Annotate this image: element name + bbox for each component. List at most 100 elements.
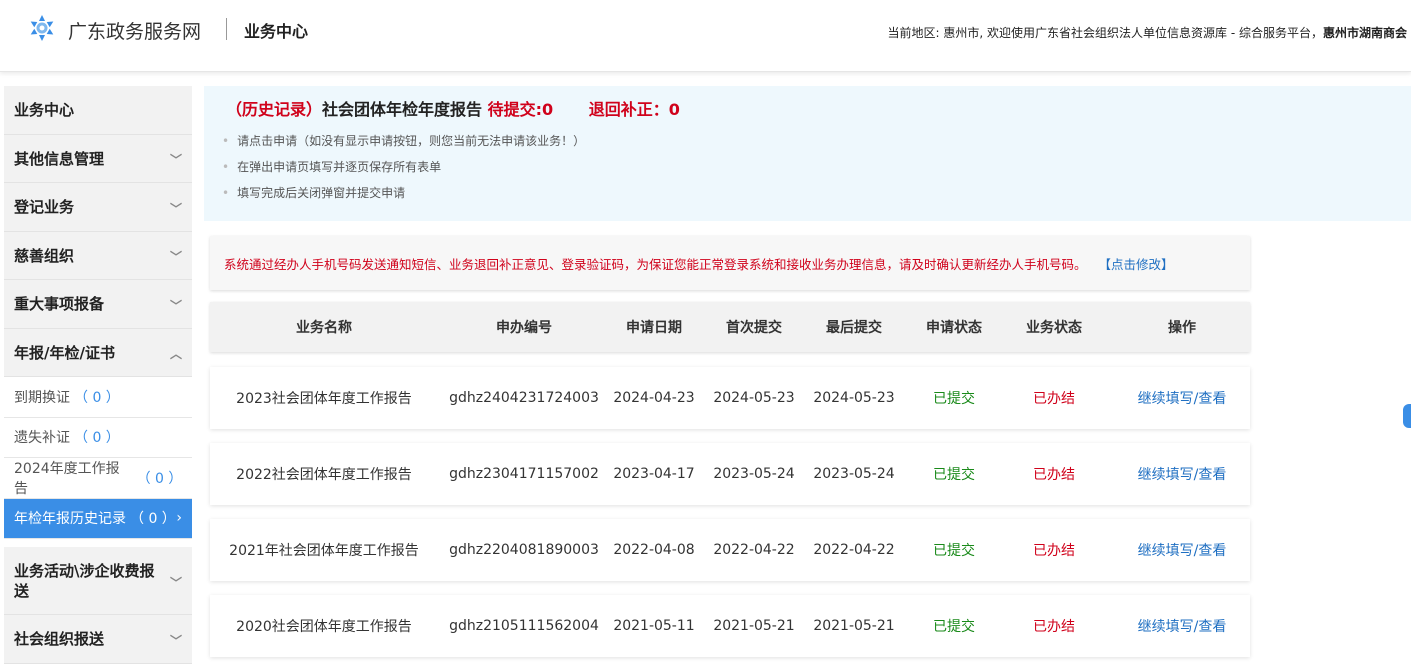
snowflake-logo-icon [30, 15, 54, 41]
sidebar-item-label: 社会组织报送 [14, 630, 105, 649]
continue-view-link[interactable]: 继续填写/查看 [1124, 367, 1240, 429]
subitem-label: 遗失补证 [14, 430, 70, 447]
pending-count: 待提交:0 [487, 100, 554, 119]
last-submit-date: 2024-05-23 [813, 390, 895, 406]
table-row: 2023社会团体年度工作报告 gdhz2404231724003 2024-04… [210, 367, 1250, 429]
chevron-down-icon: ﹀ [170, 201, 183, 216]
page-title: 业务中心 [244, 22, 309, 41]
first-submit-date: 2024-05-23 [713, 390, 795, 406]
chevron-down-icon: ﹀ [170, 575, 183, 590]
business-name: 2022社会团体年度工作报告 [236, 467, 412, 483]
floating-side-tab[interactable] [1403, 404, 1411, 428]
application-number: gdhz2204081890003 [449, 542, 599, 558]
col-header: 业务名称 [296, 320, 352, 336]
application-number: gdhz2304171157002 [449, 466, 599, 482]
table-row: 2022社会团体年度工作报告 gdhz2304171157002 2023-04… [210, 443, 1250, 505]
apply-status: 已提交 [933, 391, 975, 407]
table-row: 2021年社会团体年度工作报告 gdhz2204081890003 2022-0… [210, 519, 1250, 581]
sidebar-item-other-info[interactable]: 其他信息管理 ﹀ [4, 134, 192, 183]
sidebar-item-annual-report[interactable]: 年报/年检/证书 ︿ [4, 328, 192, 377]
region-info: 当前地区: 惠州市, 欢迎使用广东省社会组织法人单位信息资源库 - 综合服务平台… [888, 24, 1407, 41]
info-title: （历史记录）社会团体年检年度报告 待提交:0 退回补正：0 [226, 96, 680, 120]
history-label: （历史记录） [226, 100, 323, 119]
sidebar-item-label: 年报/年检/证书 [14, 343, 115, 362]
report-title: 社会团体年检年度报告 [322, 100, 483, 119]
first-submit-date: 2022-04-22 [713, 542, 795, 558]
continue-view-link[interactable]: 继续填写/查看 [1124, 443, 1240, 505]
subitem-count: （ 0 ） [74, 430, 120, 447]
chevron-down-icon: ﹀ [170, 633, 183, 648]
col-header: 业务状态 [1026, 320, 1082, 336]
col-header: 申请状态 [926, 320, 982, 336]
col-header: 操作 [1168, 320, 1196, 336]
top-header: 广东政务服务网 业务中心 当前地区: 惠州市, 欢迎使用广东省社会组织法人单位信… [0, 0, 1411, 72]
sidebar-item-label: 业务中心 [14, 101, 75, 120]
sidebar-item-business-activity[interactable]: 业务活动\涉企收费报送 ﹀ [4, 547, 192, 615]
subitem-count: （ 0 ） [74, 389, 120, 406]
sidebar-item-label: 其他信息管理 [14, 149, 105, 168]
apply-status: 已提交 [933, 619, 975, 635]
tip-3: 填写完成后关闭弹窗并提交申请 [222, 184, 405, 201]
phone-notice: 系统通过经办人手机号码发送通知短信、业务退回补正意见、登录验证码，为保证您能正常… [210, 236, 1250, 290]
sidebar-subitem-2024-report[interactable]: 2024年度工作报告 （ 0 ） [4, 458, 192, 499]
first-submit-date: 2023-05-24 [713, 466, 795, 482]
sidebar-subitem-replacement[interactable]: 遗失补证（ 0 ） [4, 417, 192, 458]
application-number: gdhz2105111562004 [449, 618, 599, 634]
sidebar-subitem-history[interactable]: 年检年报历史记录（ 0 ） › [4, 498, 192, 539]
sidebar-item-business-center[interactable]: 业务中心 [4, 86, 192, 135]
col-header: 最后提交 [826, 320, 882, 336]
tip-2: 在弹出申请页填写并逐页保存所有表单 [222, 158, 441, 175]
sidebar-item-charity[interactable]: 慈善组织 ﹀ [4, 231, 192, 280]
col-header: 申请日期 [626, 320, 682, 336]
chevron-up-icon: ︿ [170, 347, 183, 362]
chevron-down-icon: ﹀ [170, 153, 183, 168]
business-status: 已办结 [1033, 543, 1075, 559]
apply-date: 2021-05-11 [613, 618, 695, 634]
sidebar-item-org-report[interactable]: 社会组织报送 ﹀ [4, 615, 192, 664]
application-number: gdhz2404231724003 [449, 390, 599, 406]
business-name: 2020社会团体年度工作报告 [236, 619, 412, 635]
business-status: 已办结 [1033, 467, 1075, 483]
info-panel: （历史记录）社会团体年检年度报告 待提交:0 退回补正：0 请点击申请（如没有显… [204, 86, 1411, 221]
subitem-count: （ 0 ） [130, 511, 176, 528]
subitem-label: 2024年度工作报告 [14, 460, 120, 497]
apply-date: 2024-04-23 [613, 390, 695, 406]
modify-phone-link[interactable]: 【点击修改】 [1099, 254, 1174, 273]
business-status: 已办结 [1033, 619, 1075, 635]
sidebar-item-label: 慈善组织 [14, 246, 75, 265]
table-row: 2020社会团体年度工作报告 gdhz2105111562004 2021-05… [210, 595, 1250, 657]
subitem-label: 年检年报历史记录 [14, 511, 126, 528]
business-status: 已办结 [1033, 391, 1075, 407]
business-name: 2021年社会团体年度工作报告 [229, 543, 419, 559]
apply-date: 2022-04-08 [613, 542, 695, 558]
chevron-down-icon: ﹀ [170, 298, 183, 313]
last-submit-date: 2021-05-21 [813, 618, 895, 634]
region-text: 当前地区: 惠州市, 欢迎使用广东省社会组织法人单位信息资源库 - 综合服务平台… [887, 26, 1323, 40]
continue-view-link[interactable]: 继续填写/查看 [1124, 519, 1240, 581]
sidebar-item-label: 登记业务 [14, 198, 75, 217]
first-submit-date: 2021-05-21 [713, 618, 795, 634]
continue-view-link[interactable]: 继续填写/查看 [1124, 595, 1240, 657]
returned-count: 退回补正：0 [588, 100, 680, 119]
sidebar: 业务中心 其他信息管理 ﹀ 登记业务 ﹀ 慈善组织 ﹀ 重大事项报备 ﹀ 年报/年检/证… [4, 86, 192, 664]
apply-status: 已提交 [933, 543, 975, 559]
last-submit-date: 2023-05-24 [813, 466, 895, 482]
subitem-count: （ 0 ） [136, 470, 183, 487]
apply-date: 2023-04-17 [613, 466, 695, 482]
chevron-down-icon: ﹀ [170, 250, 183, 265]
sidebar-item-label: 重大事项报备 [14, 295, 105, 314]
site-name[interactable]: 广东政务服务网 [68, 17, 201, 44]
last-submit-date: 2022-04-22 [813, 542, 895, 558]
sidebar-subitem-renewal[interactable]: 到期换证（ 0 ） [4, 377, 192, 418]
chevron-right-icon: › [176, 510, 182, 527]
sidebar-item-label: 业务活动\涉企收费报送 [14, 561, 155, 600]
sidebar-item-major-events[interactable]: 重大事项报备 ﹀ [4, 280, 192, 329]
apply-status: 已提交 [933, 467, 975, 483]
org-name[interactable]: 惠州市湖南商会 [1323, 26, 1407, 40]
notice-text: 系统通过经办人手机号码发送通知短信、业务退回补正意见、登录验证码，为保证您能正常… [224, 256, 1087, 272]
subitem-label: 到期换证 [14, 389, 70, 406]
business-name: 2023社会团体年度工作报告 [236, 391, 412, 407]
col-header: 首次提交 [726, 320, 782, 336]
tip-1: 请点击申请（如没有显示申请按钮，则您当前无法申请该业务！） [222, 132, 585, 149]
sidebar-item-registration[interactable]: 登记业务 ﹀ [4, 183, 192, 232]
